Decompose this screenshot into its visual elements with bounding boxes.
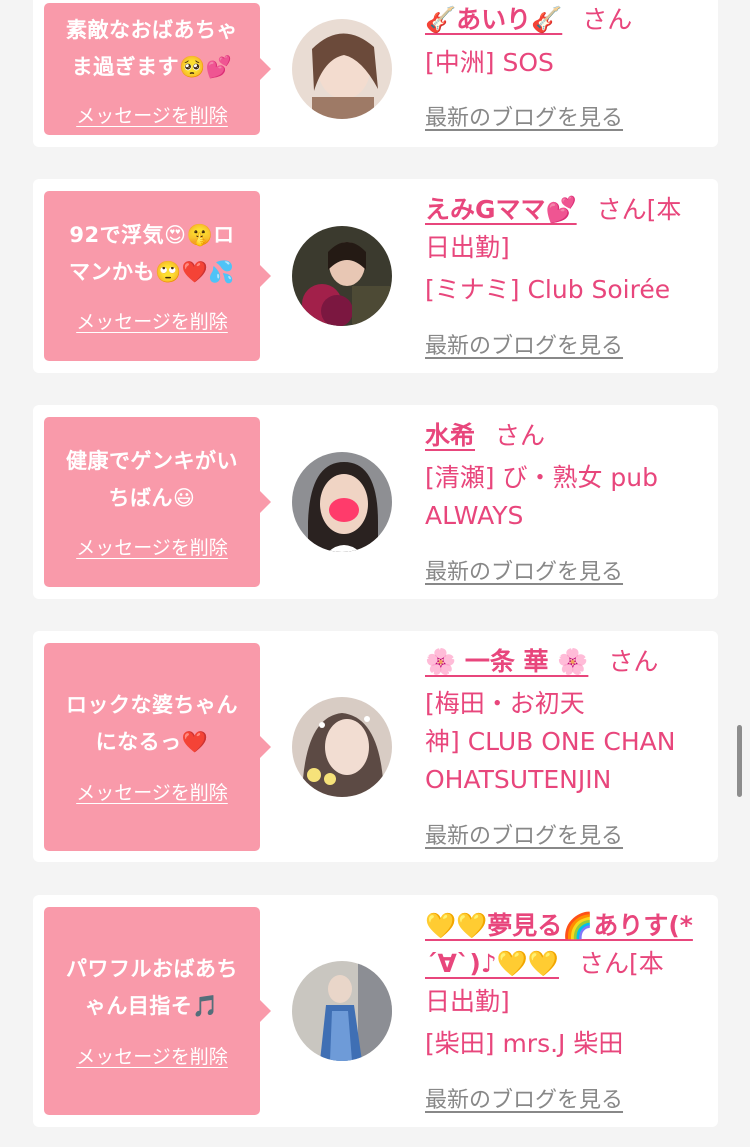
- avatar-photo: [292, 961, 392, 1061]
- honorific: さん: [582, 5, 633, 34]
- message-bubble: 健康でゲンキがい ちばん😃 メッセージを削除: [44, 417, 271, 587]
- hostess-info: 🌸 一条 華 🌸 さん [梅田・お初天 神] CLUB ONE CHAN OHAT…: [425, 643, 708, 799]
- list-item: 92で浮気😍🤫ロ マンかも🙄❤️💦 メッセージを削除 えみGママ💕 さん[本 日出…: [33, 179, 718, 373]
- message-text: 素敵なおばあちゃ: [66, 18, 238, 42]
- avatar[interactable]: [292, 452, 392, 552]
- scrollbar[interactable]: [737, 725, 742, 797]
- list-item: ロックな婆ちゃん になるっ❤️ メッセージを削除 🌸 一条 華 🌸 さん [梅田・…: [33, 631, 718, 862]
- latest-blog-link[interactable]: 最新のブログを見る: [425, 818, 623, 850]
- attendance-status: [本: [629, 949, 664, 978]
- avatar[interactable]: [292, 961, 392, 1061]
- message-bubble: 素敵なおばあちゃ ま過ぎます🥺💕 メッセージを削除: [44, 3, 271, 135]
- delete-message-link[interactable]: メッセージを削除: [44, 533, 260, 560]
- message-text: 健康でゲンキがい: [66, 449, 238, 473]
- message-list: 素敵なおばあちゃ ま過ぎます🥺💕 メッセージを削除 🎸あいり🎸 さん [中洲] S…: [0, 0, 750, 1147]
- message-text: マンかも🙄❤️💦: [69, 260, 235, 284]
- latest-blog-link[interactable]: 最新のブログを見る: [425, 100, 623, 132]
- shop-name: [ミナミ] Club Soirée: [425, 275, 671, 304]
- hostess-info: 🎸あいり🎸 さん [中洲] SOS: [425, 1, 708, 82]
- honorific: さん: [608, 647, 659, 676]
- hostess-name-link[interactable]: 🎸あいり🎸: [425, 5, 562, 34]
- list-item: 健康でゲンキがい ちばん😃 メッセージを削除 水希 さん [清瀬] び・熟女 pu…: [33, 405, 718, 599]
- message-text: ちばん😃: [108, 486, 196, 510]
- latest-blog-link[interactable]: 最新のブログを見る: [425, 554, 623, 586]
- shop-name: [柴田] mrs.J 柴田: [425, 1029, 624, 1058]
- hostess-info: 水希 さん [清瀬] び・熟女 pub ALWAYS: [425, 417, 708, 535]
- shop-name: [清瀬] び・熟女 pub: [425, 463, 658, 492]
- hostess-name-link[interactable]: 🌸 一条 華 🌸: [425, 647, 588, 676]
- avatar[interactable]: [292, 697, 392, 797]
- list-item: 素敵なおばあちゃ ま過ぎます🥺💕 メッセージを削除 🎸あいり🎸 さん [中洲] S…: [33, 0, 718, 147]
- message-bubble: パワフルおばあち ゃん目指そ🎵 メッセージを削除: [44, 907, 271, 1115]
- hostess-info: えみGママ💕 さん[本 日出勤] [ミナミ] Club Soirée: [425, 191, 708, 309]
- delete-message-link[interactable]: メッセージを削除: [44, 101, 260, 128]
- shop-name: [中洲] SOS: [425, 48, 554, 77]
- avatar-photo: [292, 452, 392, 552]
- honorific: さん: [596, 195, 647, 224]
- message-text: になるっ❤️: [95, 730, 209, 754]
- message-text: パワフルおばあち: [66, 957, 238, 981]
- delete-message-link[interactable]: メッセージを削除: [44, 778, 260, 805]
- hostess-name-link[interactable]: 💛💛夢見る🌈ありす(*: [425, 911, 693, 940]
- avatar-photo: [292, 226, 392, 326]
- shop-name: OHATSUTENJIN: [425, 765, 612, 794]
- avatar-photo: [292, 19, 392, 119]
- list-item: パワフルおばあち ゃん目指そ🎵 メッセージを削除 💛💛夢見る🌈ありす(* ´∀`…: [33, 895, 718, 1127]
- message-bubble: 92で浮気😍🤫ロ マンかも🙄❤️💦 メッセージを削除: [44, 191, 271, 361]
- attendance-status: [本: [646, 195, 682, 224]
- avatar[interactable]: [292, 226, 392, 326]
- honorific: さん: [578, 949, 629, 978]
- delete-message-link[interactable]: メッセージを削除: [44, 307, 260, 334]
- message-text: ま過ぎます🥺💕: [71, 55, 233, 79]
- message-text: ロックな婆ちゃん: [66, 693, 238, 717]
- delete-message-link[interactable]: メッセージを削除: [44, 1042, 260, 1069]
- avatar-photo: [292, 697, 392, 797]
- message-bubble: ロックな婆ちゃん になるっ❤️ メッセージを削除: [44, 643, 271, 851]
- hostess-info: 💛💛夢見る🌈ありす(* ´∀`)♪💛💛 さん[本 日出勤] [柴田] mrs.J …: [425, 907, 708, 1063]
- attendance-status: 日出勤]: [425, 987, 510, 1016]
- shop-name: 神] CLUB ONE CHAN: [425, 727, 676, 756]
- avatar[interactable]: [292, 19, 392, 119]
- message-text: ゃん目指そ🎵: [84, 994, 220, 1018]
- hostess-name-link[interactable]: ´∀`)♪💛💛: [425, 949, 559, 978]
- hostess-name-link[interactable]: 水希: [425, 421, 475, 450]
- honorific: さん: [495, 421, 546, 450]
- attendance-status: 日出勤]: [425, 233, 510, 262]
- shop-name: ALWAYS: [425, 501, 524, 530]
- latest-blog-link[interactable]: 最新のブログを見る: [425, 1082, 623, 1114]
- message-text: 92で浮気😍🤫ロ: [69, 223, 235, 247]
- latest-blog-link[interactable]: 最新のブログを見る: [425, 328, 623, 360]
- hostess-name-link[interactable]: えみGママ💕: [425, 195, 577, 224]
- shop-name: [梅田・お初天: [425, 689, 585, 718]
